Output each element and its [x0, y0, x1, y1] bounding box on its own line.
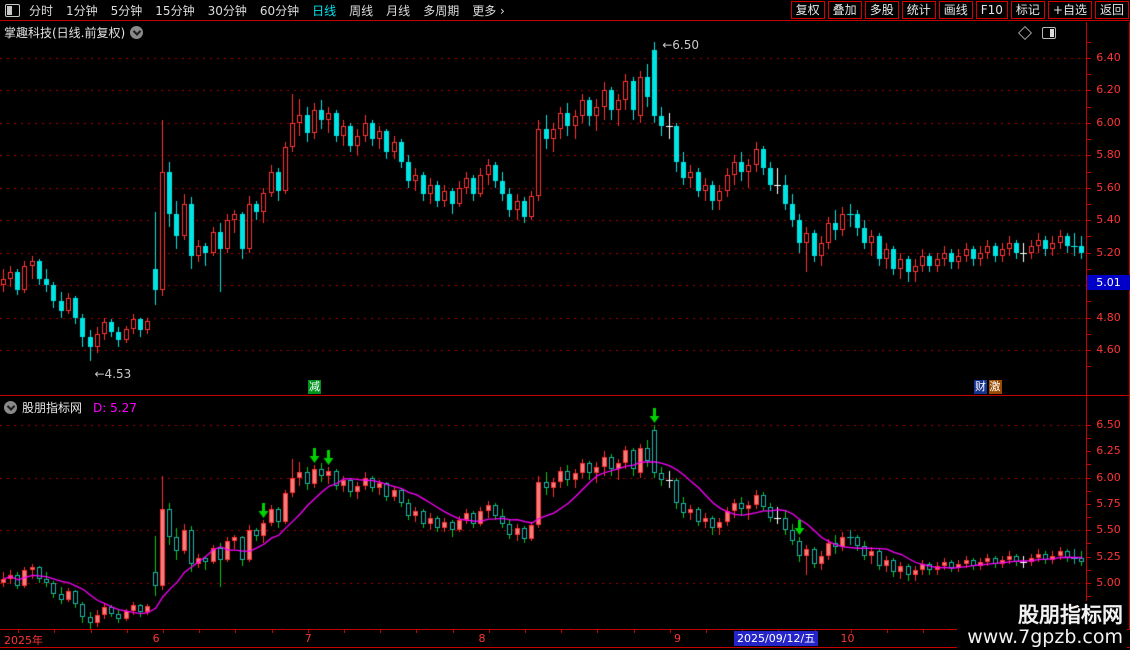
event-flag[interactable]: 财: [974, 380, 988, 394]
axis-tick-label: 4.80: [1096, 310, 1121, 324]
axis-tick-label: 6.20: [1096, 83, 1121, 97]
period-menu-item[interactable]: 月线: [386, 2, 410, 19]
axis-tick-label: 6.00: [1096, 115, 1121, 129]
period-menu-item[interactable]: 周线: [349, 2, 373, 19]
period-menu: 分时 1分钟 5分钟 15分钟 30分钟 60分钟 日线 周线 月线 多周期 更多 ›: [29, 2, 505, 19]
month-label: 6: [152, 632, 160, 645]
watermark-url: www.7gpzb.com: [967, 626, 1123, 649]
main-candlestick-chart[interactable]: [0, 22, 1086, 396]
symbol-title: 掌趣科技(日线.前复权): [4, 24, 144, 41]
main-chart-region: 掌趣科技(日线.前复权) ←6.50 ←4.53 减 财激: [0, 22, 1086, 396]
top-toolbar: 分时 1分钟 5分钟 15分钟 30分钟 60分钟 日线 周线 月线 多周期 更多 › 复权 叠加 多股…: [0, 0, 1130, 21]
year-label: 2025年: [4, 634, 43, 647]
toolbar-button[interactable]: +自选: [1047, 1, 1092, 19]
axis-tick-label: 5.50: [1096, 523, 1121, 537]
crosshair-price-box: 5.01: [1087, 275, 1130, 291]
window-layout-icon[interactable]: [5, 3, 20, 17]
period-menu-item[interactable]: 日线: [312, 2, 336, 19]
period-menu-item[interactable]: 多周期: [423, 2, 459, 19]
axis-tick-label: 5.20: [1096, 245, 1121, 259]
toolbar-actions: 复权 叠加 多股 统计 画线 F10 标记 +自选 返回: [790, 1, 1130, 19]
axis-tick-label: 5.80: [1096, 148, 1121, 162]
crosshair-date-box: 2025/09/12/五: [734, 631, 819, 646]
period-menu-item[interactable]: 15分钟: [155, 2, 194, 19]
axis-tick-label: 5.75: [1096, 496, 1121, 510]
period-menu-item[interactable]: 60分钟: [260, 2, 299, 19]
symbol-title-label: 掌趣科技(日线.前复权): [4, 26, 126, 40]
diamond-marker-icon[interactable]: [1017, 25, 1033, 41]
axis-tick-label: 6.40: [1096, 51, 1121, 64]
toolbar-button[interactable]: 返回: [1094, 1, 1129, 19]
toolbar-button[interactable]: F10: [975, 1, 1008, 19]
period-menu-item[interactable]: 1分钟: [66, 2, 98, 19]
price-annotation: ←4.53: [94, 367, 132, 382]
period-menu-item[interactable]: 更多 ›: [472, 2, 505, 19]
indicator-name: 股朋指标网: [22, 401, 83, 415]
indicator-price-axis: 6.50 6.25 6.00 5.75 5.50 5.25 5.00: [1086, 396, 1130, 629]
period-menu-item[interactable]: 30分钟: [208, 2, 247, 19]
watermark: 股朋指标网 www.7gpzb.com: [957, 601, 1127, 649]
toolbar-button[interactable]: 统计: [901, 1, 936, 19]
axis-tick-label: 6.00: [1096, 470, 1121, 484]
toolbar-button[interactable]: 标记: [1010, 1, 1045, 19]
month-label: 8: [478, 632, 486, 645]
toolbar-button[interactable]: 画线: [938, 1, 973, 19]
toolbar-button[interactable]: 叠加: [827, 1, 862, 19]
axis-tick-label: 4.60: [1096, 342, 1121, 356]
period-menu-item[interactable]: 分时: [29, 2, 53, 19]
indicator-panel-region: 股朋指标网 D: 5.27: [0, 396, 1086, 629]
toolbar-button[interactable]: 多股: [864, 1, 899, 19]
event-flag[interactable]: 减: [307, 380, 321, 394]
period-menu-item[interactable]: 5分钟: [111, 2, 143, 19]
event-flag[interactable]: 激: [988, 380, 1002, 394]
month-label: 7: [304, 632, 312, 645]
indicator-d-value: D: 5.27: [93, 400, 137, 415]
chevron-down-icon[interactable]: [4, 401, 17, 414]
month-label: 9: [673, 632, 681, 645]
main-price-axis: 6.406.206.005.805.605.405.205.004.804.60: [1086, 22, 1130, 396]
indicator-title: 股朋指标网 D: 5.27: [4, 399, 137, 416]
axis-tick-label: 5.00: [1096, 575, 1121, 589]
chevron-down-icon[interactable]: [130, 26, 144, 39]
price-annotation: ←6.50: [662, 37, 699, 52]
axis-tick-label: 5.25: [1096, 549, 1121, 563]
axis-tick-label: 5.60: [1096, 180, 1121, 194]
side-panel-icon[interactable]: [1042, 27, 1056, 39]
axis-tick-label: 5.40: [1096, 213, 1121, 227]
toolbar-button[interactable]: 复权: [790, 1, 825, 19]
watermark-site-name: 股朋指标网: [1018, 603, 1123, 628]
month-label: 10: [840, 632, 855, 645]
indicator-chart[interactable]: [0, 396, 1086, 629]
axis-tick-label: 6.25: [1096, 444, 1121, 458]
axis-tick-label: 6.50: [1096, 418, 1121, 431]
